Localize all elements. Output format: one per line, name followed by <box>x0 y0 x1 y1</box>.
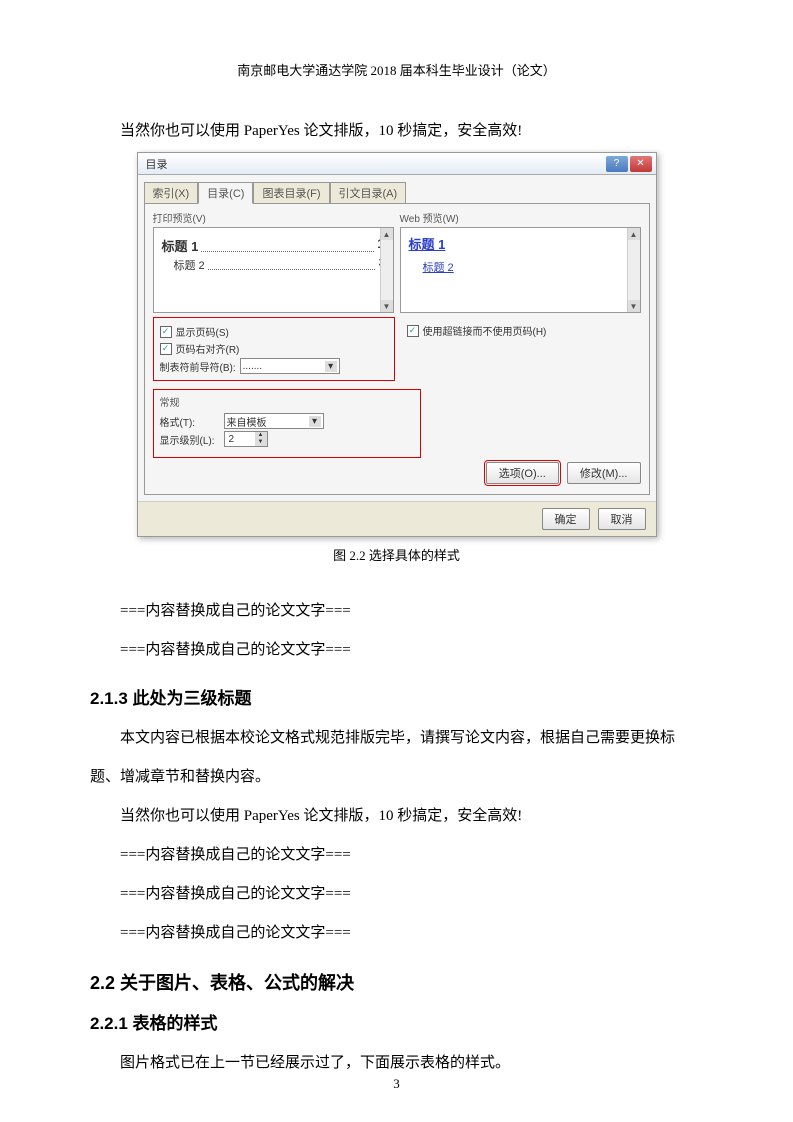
heading-2-2: 2.2 关于图片、表格、公式的解决 <box>90 969 703 995</box>
placeholder-line: ===内容替换成自己的论文文字=== <box>90 914 703 953</box>
modify-button[interactable]: 修改(M)... <box>567 462 641 484</box>
web-preview: 标题 1 标题 2 ▲ ▼ <box>400 227 641 313</box>
placeholder-line: ===内容替换成自己的论文文字=== <box>90 875 703 914</box>
print-preview: 标题 1 1 标题 2 3 ▲ ▼ <box>153 227 394 313</box>
page-header-running-title: 南京邮电大学通达学院 2018 届本科生毕业设计（论文） <box>90 60 703 79</box>
format-label: 格式(T): <box>160 414 220 429</box>
body-paragraph: 本文内容已根据本校论文格式规范排版完毕，请撰写论文内容，根据自己需要更换标题、增… <box>90 719 703 797</box>
page-number: 3 <box>0 1076 793 1092</box>
leader-value: ....... <box>243 361 262 372</box>
toc-h2-text: 标题 2 <box>174 257 205 273</box>
dialog-title: 目录 <box>142 156 168 172</box>
chevron-down-icon[interactable]: ▼ <box>381 300 393 312</box>
placeholder-line: ===内容替换成自己的论文文字=== <box>90 631 703 670</box>
chevron-up-icon[interactable]: ▲ <box>628 228 640 240</box>
levels-label: 显示级别(L): <box>160 432 220 447</box>
show-page-label: 显示页码(S) <box>176 324 229 339</box>
checkbox-hyperlink[interactable]: ✓ <box>407 325 419 337</box>
chevron-up-icon[interactable]: ▲ <box>381 228 393 240</box>
chevron-down-icon[interactable]: ▾ <box>309 416 321 427</box>
cancel-button[interactable]: 取消 <box>598 508 646 530</box>
tab-figure-toc[interactable]: 图表目录(F) <box>253 182 329 204</box>
placeholder-line: ===内容替换成自己的论文文字=== <box>90 836 703 875</box>
intro-text-2: 当然你也可以使用 PaperYes 论文排版，10 秒搞定，安全高效! <box>90 797 703 836</box>
heading-2-2-1: 2.2.1 表格的样式 <box>90 1009 703 1034</box>
help-icon[interactable]: ? <box>606 156 628 172</box>
chevron-up-icon[interactable]: ▲ <box>255 432 267 439</box>
dialog-body: 索引(X) 目录(C) 图表目录(F) 引文目录(A) 打印预览(V) 标题 1… <box>138 175 656 501</box>
format-combo[interactable]: 来自模板 ▾ <box>224 413 324 429</box>
page-number-options-group: ✓ 显示页码(S) ✓ 页码右对齐(R) 制表符前导符(B): ....... … <box>153 317 395 381</box>
chevron-down-icon[interactable]: ▼ <box>255 439 267 446</box>
levels-spinbox[interactable]: 2 ▲ ▼ <box>224 431 268 447</box>
chevron-down-icon[interactable]: ▾ <box>325 361 337 372</box>
placeholder-line: ===内容替换成自己的论文文字=== <box>90 592 703 631</box>
web-h2-link[interactable]: 标题 2 <box>409 259 632 275</box>
ok-button[interactable]: 确定 <box>542 508 590 530</box>
right-align-label: 页码右对齐(R) <box>176 341 240 356</box>
intro-text: 当然你也可以使用 PaperYes 论文排版，10 秒搞定，安全高效! <box>90 119 703 140</box>
web-preview-scrollbar[interactable]: ▲ ▼ <box>627 228 640 312</box>
web-h1-link[interactable]: 标题 1 <box>409 234 632 253</box>
leader-label: 制表符前导符(B): <box>160 359 236 374</box>
web-preview-label: Web 预览(W) <box>400 210 641 225</box>
print-preview-label: 打印预览(V) <box>153 210 394 225</box>
checkbox-show-page[interactable]: ✓ <box>160 326 172 338</box>
options-button[interactable]: 选项(O)... <box>486 462 559 484</box>
toc-h1-text: 标题 1 <box>162 236 199 255</box>
hyperlink-label: 使用超链接而不使用页码(H) <box>423 323 547 338</box>
toc-dialog: 目录 ? ✕ 索引(X) 目录(C) 图表目录(F) 引文目录(A) 打印预览(… <box>137 152 657 537</box>
tab-panel-toc: 打印预览(V) 标题 1 1 标题 2 3 ▲ <box>144 203 650 495</box>
preview-scrollbar[interactable]: ▲ ▼ <box>380 228 393 312</box>
format-value: 来自模板 <box>227 414 267 429</box>
checkbox-right-align[interactable]: ✓ <box>160 343 172 355</box>
chevron-down-icon[interactable]: ▼ <box>628 300 640 312</box>
tab-ref-toc[interactable]: 引文目录(A) <box>330 182 407 204</box>
tab-toc[interactable]: 目录(C) <box>198 182 253 204</box>
close-icon[interactable]: ✕ <box>630 156 652 172</box>
tab-index[interactable]: 索引(X) <box>144 182 199 204</box>
leader-combo[interactable]: ....... ▾ <box>240 358 340 374</box>
dialog-titlebar: 目录 ? ✕ <box>138 153 656 175</box>
heading-2-1-3: 2.1.3 此处为三级标题 <box>90 684 703 709</box>
levels-value: 2 <box>225 432 255 446</box>
figure-caption: 图 2.2 选择具体的样式 <box>90 545 703 564</box>
general-group-title: 常规 <box>160 394 414 409</box>
general-group: 常规 格式(T): 来自模板 ▾ 显示级别(L): 2 ▲ ▼ <box>153 389 421 458</box>
